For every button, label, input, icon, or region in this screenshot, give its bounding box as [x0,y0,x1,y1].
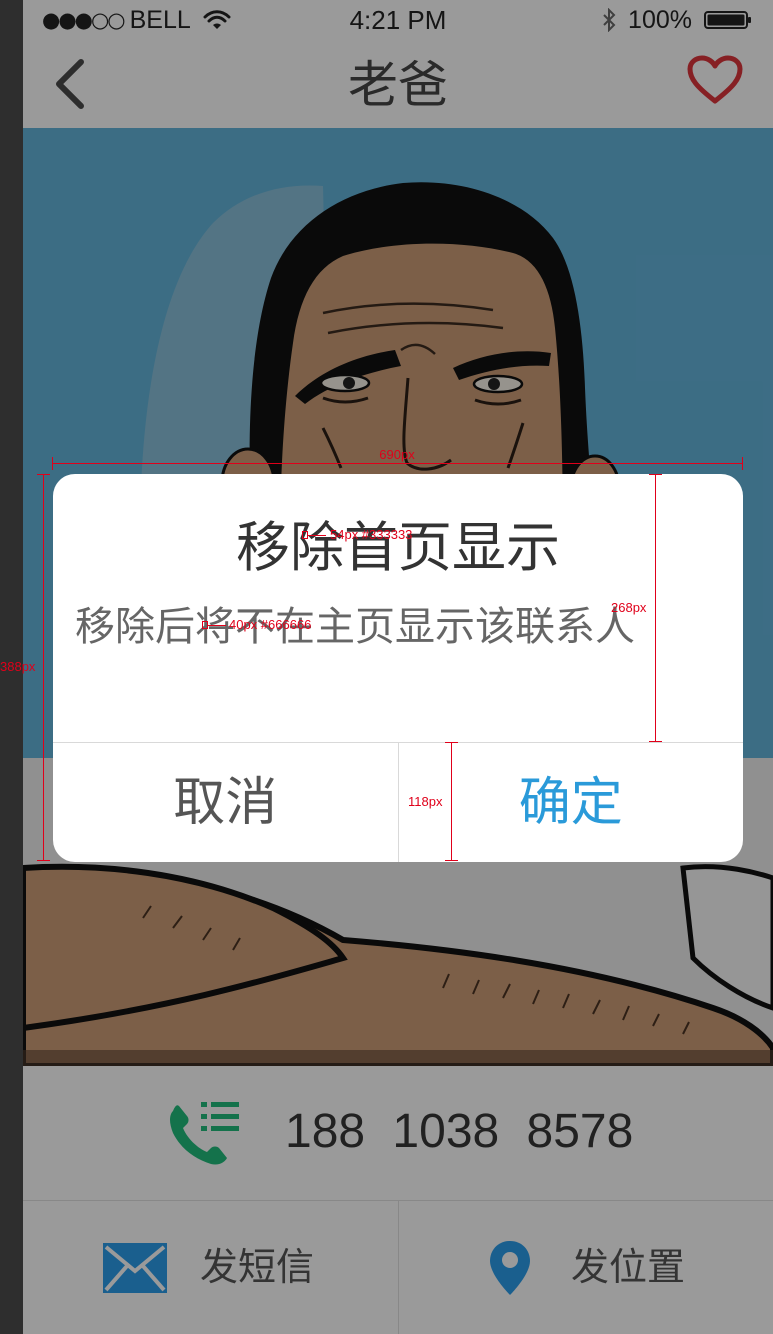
measure-tick [649,474,662,475]
title-font-spec: 54px #333333 [330,527,413,542]
cancel-button[interactable]: 取消 [53,743,399,862]
measure-tick [445,860,458,861]
measure-label-height: 388px [0,659,36,674]
measure-tick [742,457,743,470]
measure-line-buttons [451,742,452,861]
measure-tick [37,860,50,861]
measure-line-content [655,474,656,742]
message-font-spec: 40px #666666 [229,617,312,632]
measure-line-height [43,474,44,861]
measure-label-content: 268px [611,600,647,615]
measure-tick [649,741,662,742]
measure-label-buttons: 118px [408,794,443,809]
dialog-buttons: 取消 确定 [53,743,743,862]
measure-line-width [52,463,743,464]
measure-tick [445,742,458,743]
dialog-title: 移除首页显示 [236,518,560,578]
dialog-message: 移除后将不在主页显示该联系人 [75,605,635,649]
measure-label-width: 690px [379,447,415,462]
spec-leader [208,625,226,626]
measure-tick [52,457,53,470]
spec-leader [308,535,326,536]
measure-tick [37,474,50,475]
